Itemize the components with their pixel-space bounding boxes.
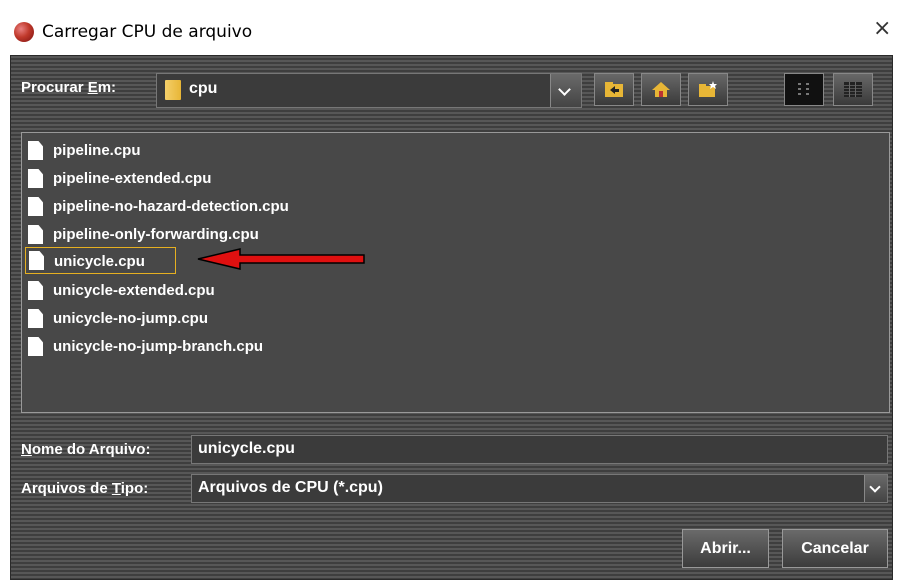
- list-item[interactable]: unicycle-no-jump.cpu: [28, 307, 268, 331]
- list-item[interactable]: pipeline.cpu: [28, 139, 228, 163]
- file-chooser-panel: Procurar Em: cpu pipeline.cpu pipeline-e…: [10, 55, 893, 580]
- file-icon: [28, 281, 43, 300]
- lookin-combo[interactable]: cpu: [156, 73, 582, 108]
- filename-field[interactable]: unicycle.cpu: [191, 435, 888, 464]
- filetype-dropdown-button[interactable]: [864, 475, 887, 502]
- window-title: Carregar CPU de arquivo: [42, 22, 253, 42]
- list-view-button[interactable]: [784, 73, 824, 106]
- file-list[interactable]: pipeline.cpu pipeline-extended.cpu pipel…: [21, 132, 890, 413]
- open-button[interactable]: Abrir...: [682, 529, 769, 568]
- file-icon: [28, 337, 43, 356]
- lookin-value: cpu: [189, 80, 218, 97]
- chevron-down-icon: [558, 83, 571, 96]
- up-folder-button[interactable]: [594, 73, 634, 106]
- home-icon: [652, 82, 670, 97]
- list-item[interactable]: pipeline-extended.cpu: [28, 167, 288, 191]
- list-item[interactable]: pipeline-only-forwarding.cpu: [28, 223, 328, 247]
- details-view-icon: [844, 82, 862, 97]
- file-icon: [28, 197, 43, 216]
- app-icon: [14, 22, 34, 42]
- new-folder-button[interactable]: [688, 73, 728, 106]
- file-icon: [28, 225, 43, 244]
- title-bar: Carregar CPU de arquivo ×: [0, 0, 901, 60]
- filetype-label: Arquivos de Tipo:: [21, 480, 149, 497]
- file-icon: [28, 169, 43, 188]
- filename-label: Nome do Arquivo:: [21, 441, 151, 458]
- close-icon[interactable]: ×: [873, 17, 891, 41]
- chevron-down-icon: [869, 481, 881, 493]
- list-item[interactable]: pipeline-no-hazard-detection.cpu: [28, 195, 368, 219]
- list-item-selected[interactable]: unicycle.cpu: [25, 247, 176, 274]
- home-button[interactable]: [641, 73, 681, 106]
- file-icon: [28, 309, 43, 328]
- list-item[interactable]: unicycle-extended.cpu: [28, 279, 268, 303]
- filetype-combo[interactable]: Arquivos de CPU (*.cpu): [191, 474, 888, 503]
- new-folder-icon: [699, 81, 717, 97]
- details-view-button[interactable]: [833, 73, 873, 106]
- folder-icon: [165, 80, 181, 100]
- file-icon: [29, 251, 44, 270]
- lookin-label: Procurar Em:: [21, 79, 117, 96]
- red-arrow-annotation: [197, 248, 365, 270]
- file-icon: [28, 141, 43, 160]
- list-view-icon: [798, 83, 809, 95]
- filetype-value: Arquivos de CPU (*.cpu): [198, 479, 383, 496]
- up-folder-icon: [605, 82, 623, 97]
- list-item[interactable]: unicycle-no-jump-branch.cpu: [28, 335, 328, 359]
- lookin-dropdown-button[interactable]: [550, 74, 581, 107]
- cancel-button[interactable]: Cancelar: [782, 529, 888, 568]
